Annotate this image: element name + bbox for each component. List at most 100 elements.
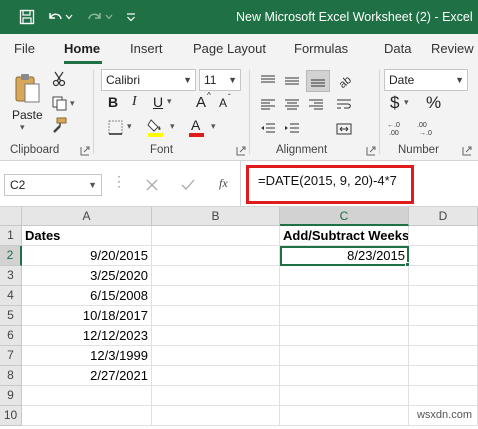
underline-dropdown-icon[interactable]: ▾ <box>167 96 172 107</box>
clipboard-launcher-icon[interactable] <box>80 145 90 156</box>
cell-a3[interactable]: 3/25/2020 <box>22 266 152 286</box>
wrap-text-icon[interactable] <box>334 96 354 114</box>
cell-c6[interactable] <box>280 326 409 346</box>
fill-color-icon[interactable] <box>146 116 166 138</box>
bold-button[interactable]: B <box>108 94 118 110</box>
cell-b6[interactable] <box>152 326 280 346</box>
cell-b4[interactable] <box>152 286 280 306</box>
align-center-icon[interactable] <box>282 96 302 114</box>
font-launcher-icon[interactable] <box>236 145 246 156</box>
row-header-9[interactable]: 9 <box>0 386 22 406</box>
cell-d4[interactable] <box>409 286 478 306</box>
font-name-select[interactable]: Calibri ▼ <box>101 69 196 91</box>
cell-d8[interactable] <box>409 366 478 386</box>
row-header-7[interactable]: 7 <box>0 346 22 366</box>
currency-dropdown-icon[interactable]: ▾ <box>404 97 409 108</box>
undo-icon[interactable] <box>46 8 64 26</box>
cut-icon[interactable] <box>50 70 68 88</box>
cell-a1[interactable]: Dates <box>22 226 152 246</box>
align-middle-icon[interactable] <box>282 72 302 90</box>
cancel-icon[interactable] <box>142 175 162 195</box>
cell-b2[interactable] <box>152 246 280 266</box>
column-header-a[interactable]: A <box>22 207 152 226</box>
column-header-c[interactable]: C <box>280 207 409 226</box>
enter-icon[interactable] <box>178 175 198 195</box>
tab-data[interactable]: Data <box>384 41 411 56</box>
cell-c1[interactable]: Add/Subtract Weeks <box>280 226 409 246</box>
fill-color-dropdown-icon[interactable]: ▾ <box>170 121 175 132</box>
insert-function-button[interactable]: fx <box>219 176 228 191</box>
cell-b5[interactable] <box>152 306 280 326</box>
cell-c5[interactable] <box>280 306 409 326</box>
merge-center-icon[interactable] <box>334 120 354 138</box>
cell-d6[interactable] <box>409 326 478 346</box>
cell-a8[interactable]: 2/27/2021 <box>22 366 152 386</box>
increase-indent-icon[interactable] <box>282 120 302 138</box>
format-painter-icon[interactable] <box>50 116 68 134</box>
row-header-8[interactable]: 8 <box>0 366 22 386</box>
tab-insert[interactable]: Insert <box>130 41 163 56</box>
row-header-3[interactable]: 3 <box>0 266 22 286</box>
row-header-4[interactable]: 4 <box>0 286 22 306</box>
cell-c4[interactable] <box>280 286 409 306</box>
cell-c10[interactable] <box>280 406 409 426</box>
row-header-1[interactable]: 1 <box>0 226 22 246</box>
number-launcher-icon[interactable] <box>462 145 472 156</box>
tab-file[interactable]: File <box>14 41 35 56</box>
cell-a10[interactable] <box>22 406 152 426</box>
cell-a6[interactable]: 12/12/2023 <box>22 326 152 346</box>
cell-c9[interactable] <box>280 386 409 406</box>
save-icon[interactable] <box>18 8 36 26</box>
cell-a2[interactable]: 9/20/2015 <box>22 246 152 266</box>
cell-c3[interactable] <box>280 266 409 286</box>
tab-formulas[interactable]: Formulas <box>294 41 348 56</box>
row-header-6[interactable]: 6 <box>0 326 22 346</box>
column-header-b[interactable]: B <box>152 207 280 226</box>
cell-b9[interactable] <box>152 386 280 406</box>
cell-b1[interactable] <box>152 226 280 246</box>
align-top-icon[interactable] <box>258 72 278 90</box>
cell-a7[interactable]: 12/3/1999 <box>22 346 152 366</box>
undo-dropdown-icon[interactable] <box>64 8 74 26</box>
customize-toolbar-icon[interactable] <box>122 8 140 26</box>
tab-review[interactable]: Review <box>431 41 474 56</box>
row-header-2[interactable]: 2 <box>0 246 22 266</box>
cell-b8[interactable] <box>152 366 280 386</box>
paste-dropdown-icon[interactable]: ▾ <box>20 122 25 133</box>
font-color-dropdown-icon[interactable]: ▾ <box>211 121 216 132</box>
font-color-icon[interactable]: A <box>187 116 207 138</box>
paste-icon[interactable] <box>10 70 44 106</box>
select-all-corner[interactable] <box>0 207 22 226</box>
cell-b10[interactable] <box>152 406 280 426</box>
tab-page-layout[interactable]: Page Layout <box>193 41 266 56</box>
cell-d9[interactable] <box>409 386 478 406</box>
row-header-10[interactable]: 10 <box>0 406 22 426</box>
paste-label[interactable]: Paste <box>12 108 43 122</box>
name-box[interactable]: C2 ▼ <box>4 174 102 196</box>
cell-d3[interactable] <box>409 266 478 286</box>
cell-c7[interactable] <box>280 346 409 366</box>
borders-dropdown-icon[interactable]: ▾ <box>127 121 132 132</box>
copy-icon[interactable] <box>50 94 68 112</box>
align-bottom-icon[interactable] <box>306 70 330 92</box>
cell-b3[interactable] <box>152 266 280 286</box>
percent-button[interactable]: % <box>426 93 441 113</box>
align-right-icon[interactable] <box>306 96 326 114</box>
increase-decimal-icon[interactable]: ←.0.00 <box>386 118 408 138</box>
more-options-icon[interactable]: ⋮ <box>112 173 126 190</box>
cell-c8[interactable] <box>280 366 409 386</box>
cell-d7[interactable] <box>409 346 478 366</box>
align-left-icon[interactable] <box>258 96 278 114</box>
cell-b7[interactable] <box>152 346 280 366</box>
cell-d2[interactable] <box>409 246 478 266</box>
orientation-icon[interactable]: ab <box>334 72 354 90</box>
column-header-d[interactable]: D <box>409 207 478 226</box>
number-format-select[interactable]: Date ▼ <box>384 69 468 91</box>
fill-handle[interactable] <box>405 262 410 267</box>
grow-font-button[interactable]: A <box>196 94 206 111</box>
cell-a9[interactable] <box>22 386 152 406</box>
cell-d5[interactable] <box>409 306 478 326</box>
tab-home[interactable]: Home <box>64 41 100 56</box>
currency-button[interactable]: $ <box>390 93 399 113</box>
decrease-decimal-icon[interactable]: .00 →.0 <box>416 118 438 138</box>
